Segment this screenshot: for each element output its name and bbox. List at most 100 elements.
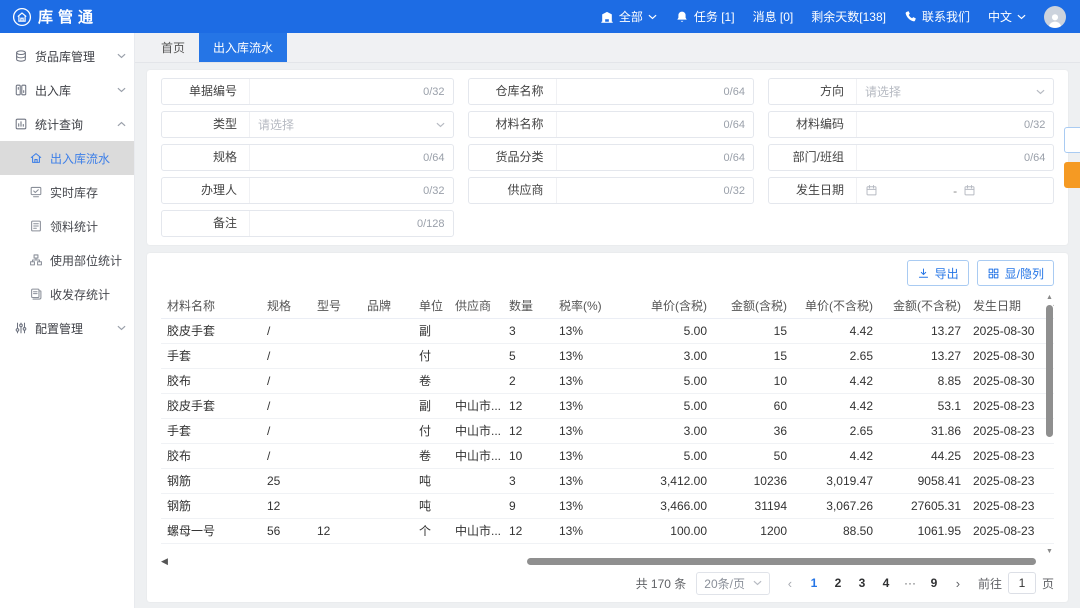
table-cell	[311, 418, 361, 443]
sidebar-item-material-stats[interactable]: 领料统计	[0, 209, 134, 243]
tab-home[interactable]: 首页	[147, 33, 199, 62]
table-row[interactable]: 胶布/卷213%5.00104.428.852025-08-30	[161, 368, 1054, 393]
table-row[interactable]: 手套/付513%3.00152.6513.272025-08-30	[161, 343, 1054, 368]
export-button[interactable]: 导出	[907, 260, 969, 286]
sidebar-item-label: 配置管理	[35, 320, 110, 337]
more-pages-icon[interactable]: ···	[900, 572, 920, 594]
table-row[interactable]: 手套/付中山市...1213%3.00362.6531.862025-08-23	[161, 418, 1054, 443]
sidebar-item-stats-query[interactable]: 统计查询	[0, 107, 134, 141]
table-cell	[449, 468, 503, 493]
goods-category-input[interactable]	[565, 151, 720, 165]
results-panel: 导出 显/隐列 材料名称规格型号品牌单位供应商数量税率(%)单价(含税)金额(含…	[147, 253, 1068, 602]
sidebar-item-label: 统计查询	[35, 116, 110, 133]
char-counter: 0/32	[724, 185, 745, 197]
settings-icon	[14, 321, 28, 335]
table-cell: 卷	[413, 368, 449, 393]
table-toolbar: 导出 显/隐列	[161, 260, 1054, 286]
contact-link[interactable]: 联系我们	[904, 8, 970, 25]
scroll-down-icon[interactable]: ▼	[1046, 547, 1053, 556]
table-cell: 13%	[553, 418, 629, 443]
table-cell: 13%	[553, 518, 629, 543]
goto-label: 前往	[978, 575, 1002, 592]
table-cell: 13.27	[879, 343, 967, 368]
page-button-1[interactable]: 1	[804, 572, 824, 594]
handler-input[interactable]	[258, 184, 419, 198]
sidebar-item-send-receive-stats[interactable]: 收发存统计	[0, 277, 134, 311]
table-cell: 13%	[553, 493, 629, 518]
app-title: 库管通	[38, 6, 98, 27]
supplier-input[interactable]	[565, 184, 720, 198]
table-cell: 3	[503, 468, 553, 493]
reset-button[interactable]: 重置	[1064, 127, 1080, 153]
page-button-4[interactable]: 4	[876, 572, 896, 594]
select-placeholder: 请选择	[865, 83, 1032, 100]
remark-input[interactable]	[258, 217, 413, 231]
vertical-scroll-thumb[interactable]	[1046, 305, 1053, 437]
prev-page-button[interactable]: ‹	[780, 572, 800, 594]
chevron-down-icon	[117, 53, 126, 59]
scope-selector[interactable]: 全部	[600, 8, 657, 25]
tasks-link[interactable]: 任务 [1]	[675, 8, 735, 25]
page-button-9[interactable]: 9	[924, 572, 944, 594]
table-cell	[361, 443, 413, 468]
sidebar-item-label: 收发存统计	[50, 286, 126, 303]
table-row[interactable]: 胶布/卷中山市...1013%5.00504.4244.252025-08-23	[161, 443, 1054, 468]
scroll-left-icon[interactable]: ◀	[161, 557, 168, 566]
type-control[interactable]: 请选择	[250, 116, 453, 133]
table-cell: 付	[413, 343, 449, 368]
sidebar-item-goods-management[interactable]: 货品库管理	[0, 39, 134, 73]
material-code-input[interactable]	[865, 118, 1020, 132]
table-cell: 31194	[713, 493, 793, 518]
table-cell: 9	[503, 493, 553, 518]
filter-field-label: 货品分类	[469, 145, 557, 170]
filter-field-supplier: 供应商0/32	[468, 177, 754, 204]
table-cell: 31.86	[879, 418, 967, 443]
page-size-select[interactable]: 20条/页	[696, 572, 770, 595]
table-cell: 13%	[553, 468, 629, 493]
department-input[interactable]	[865, 151, 1020, 165]
table-row[interactable]: 螺母一号5612个中山市...1213%100.00120088.501061.…	[161, 518, 1054, 543]
table-cell: 副	[413, 318, 449, 343]
page-button-2[interactable]: 2	[828, 572, 848, 594]
material-name-input[interactable]	[565, 118, 720, 132]
language-selector[interactable]: 中文	[988, 8, 1026, 25]
messages-link[interactable]: 消息 [0]	[753, 8, 794, 25]
search-button[interactable]: 搜索	[1064, 162, 1080, 188]
filter-field-label: 方向	[769, 79, 857, 104]
page-button-3[interactable]: 3	[852, 572, 872, 594]
vertical-scrollbar[interactable]: ▲ ▼	[1045, 293, 1054, 556]
warehouse-name-input[interactable]	[565, 85, 720, 99]
sidebar-item-inout-flow[interactable]: 出入库流水	[0, 141, 134, 175]
horizontal-scroll-thumb[interactable]	[527, 558, 1036, 565]
avatar[interactable]	[1044, 6, 1066, 28]
table-cell: 钢筋	[161, 493, 261, 518]
goods-db-icon	[14, 49, 28, 63]
sidebar-item-config-management[interactable]: 配置管理	[0, 311, 134, 345]
start-date-input[interactable]	[865, 184, 947, 197]
tab-inout-flow[interactable]: 出入库流水	[199, 33, 287, 62]
next-page-button[interactable]: ›	[948, 572, 968, 594]
toggle-columns-button[interactable]: 显/隐列	[977, 260, 1054, 286]
table-cell: 25	[261, 468, 311, 493]
handler-control: 0/32	[250, 184, 453, 198]
spec-input[interactable]	[258, 151, 419, 165]
table-row[interactable]: 钢筋12吨913%3,466.00311943,067.2627605.3120…	[161, 493, 1054, 518]
goto-page-input[interactable]	[1008, 572, 1036, 594]
sidebar-item-usage-part-stats[interactable]: 使用部位统计	[0, 243, 134, 277]
filter-field-label: 仓库名称	[469, 79, 557, 104]
table-cell	[311, 443, 361, 468]
filter-field-material-code: 材料编码0/32	[768, 111, 1054, 138]
sidebar-item-realtime-stock[interactable]: 实时库存	[0, 175, 134, 209]
table-row[interactable]: 胶皮手套/副中山市...1213%5.00604.4253.12025-08-2…	[161, 393, 1054, 418]
tab-label: 出入库流水	[213, 39, 273, 56]
table-row[interactable]: 胶皮手套/副313%5.00154.4213.272025-08-30	[161, 318, 1054, 343]
table-cell: /	[261, 368, 311, 393]
table-row[interactable]: 钢筋25吨313%3,412.00102363,019.479058.41202…	[161, 468, 1054, 493]
order-no-input[interactable]	[258, 85, 419, 99]
scroll-up-icon[interactable]: ▲	[1046, 293, 1053, 302]
direction-control[interactable]: 请选择	[857, 83, 1053, 100]
end-date-input[interactable]	[963, 184, 1045, 197]
sidebar-item-in-out-warehouse[interactable]: 出入库	[0, 73, 134, 107]
horizontal-scrollbar[interactable]: ◀	[161, 557, 1054, 566]
column-header: 品牌	[361, 293, 413, 318]
